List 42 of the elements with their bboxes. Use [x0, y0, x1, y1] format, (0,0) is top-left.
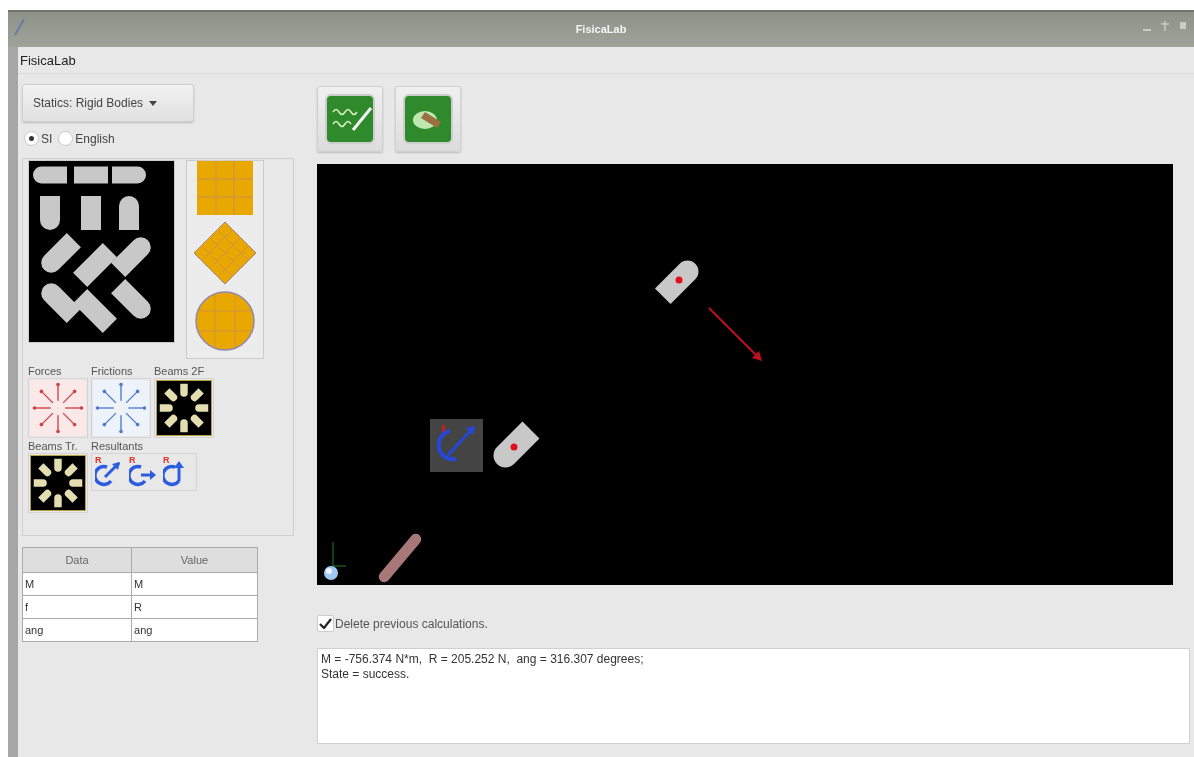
column-header: Data — [22, 547, 132, 573]
rigid-body-icon[interactable] — [111, 279, 151, 319]
caret-icon — [149, 100, 158, 106]
table-cell: f — [22, 595, 132, 619]
rigid-body-icon[interactable] — [33, 166, 67, 184]
output-line: M = -756.374 N*m, R = 205.252 N, ang = 316.307 degrees; — [321, 652, 645, 667]
group-label: Beams 2F — [154, 365, 206, 378]
menu-item[interactable]: FisicaLab — [18, 52, 78, 68]
table-cell: ang — [131, 618, 258, 642]
beam-pattern-icon[interactable] — [156, 380, 212, 436]
rigid-body-icon[interactable] — [112, 166, 146, 184]
table-cell: M — [131, 572, 258, 596]
unit-radio[interactable]: English — [58, 131, 115, 146]
rigid-body-icon[interactable] — [73, 289, 117, 333]
resultant-tool[interactable]: R — [93, 455, 127, 489]
resultant-tool[interactable]: R — [127, 455, 161, 489]
table-cell: R — [131, 595, 258, 619]
force-arrows-icon[interactable] — [30, 380, 86, 436]
output-line: State = success. — [321, 667, 411, 682]
group-label: Beams Tr. — [28, 440, 79, 453]
group-label: Forces — [28, 365, 63, 378]
grid-circle-icon[interactable] — [195, 291, 255, 351]
table-cell: M — [22, 572, 132, 596]
check-icon — [319, 618, 332, 629]
window-title: FisicaLab — [575, 22, 627, 35]
eraser-tool-button[interactable] — [395, 86, 461, 152]
friction-arrows-icon[interactable] — [93, 380, 149, 436]
app-icon — [12, 17, 28, 37]
rigid-body-icon[interactable] — [40, 196, 60, 230]
column-header: Value — [131, 547, 258, 573]
graph-tool-button[interactable] — [317, 86, 383, 152]
rigid-body-icon[interactable] — [73, 243, 117, 287]
group-label: Resultants — [91, 440, 144, 453]
table-cell: ang — [22, 618, 132, 642]
resultant-tool[interactable]: R — [161, 455, 195, 489]
delete-previous-checkbox[interactable]: Delete previous calculations. — [317, 615, 1190, 632]
beam-pattern-icon[interactable] — [30, 455, 86, 511]
group-label: Frictions — [91, 365, 134, 378]
module-dropdown[interactable]: Statics: Rigid Bodies — [22, 84, 194, 122]
rigid-body-icon[interactable] — [119, 196, 139, 230]
grid-diamond-icon[interactable] — [193, 221, 257, 285]
rigid-body-icon[interactable] — [111, 237, 151, 277]
